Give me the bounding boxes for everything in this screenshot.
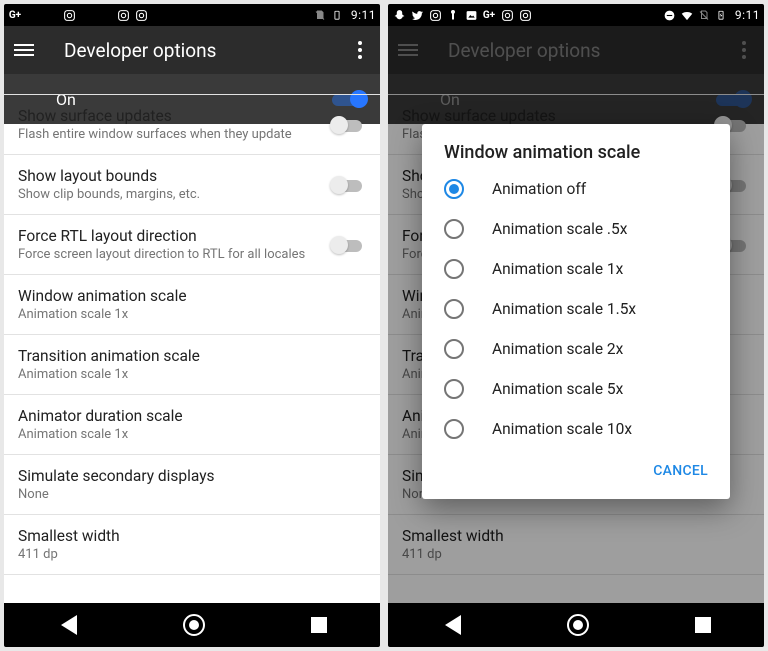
row-title: Transition animation scale <box>18 347 366 365</box>
settings-list[interactable]: Show surface updates Flash entire window… <box>4 94 380 603</box>
phone-left: G+ 9:11 Developer options On Show surf <box>4 4 380 647</box>
key-icon <box>80 8 94 22</box>
row-smallest-width[interactable]: Smallest width 411 dp <box>4 515 380 575</box>
android-nav-bar <box>388 603 764 647</box>
hamburger-icon[interactable] <box>12 38 36 62</box>
cancel-button[interactable]: Cancel <box>643 455 718 487</box>
instagram3-icon <box>134 8 148 22</box>
instagram3-icon <box>518 8 532 22</box>
android-nav-bar <box>4 603 380 647</box>
row-subtitle: Force screen layout direction to RTL for… <box>18 247 332 262</box>
status-right-icons: 9:11 <box>663 8 760 22</box>
wifi-icon <box>296 8 310 22</box>
row-title: Show layout bounds <box>18 167 332 185</box>
row-switch[interactable] <box>332 175 366 195</box>
radio-icon <box>444 179 464 199</box>
status-left-icons: G+ <box>8 8 148 22</box>
radio-icon <box>444 299 464 319</box>
nav-home-icon[interactable] <box>567 614 589 636</box>
option-label: Animation scale 1.5x <box>492 300 636 318</box>
option-label: Animation scale .5x <box>492 220 627 238</box>
nav-back-icon[interactable] <box>441 615 461 635</box>
row-title: Smallest width <box>18 527 366 545</box>
animation-scale-dialog: Window animation scale Animation off Ani… <box>422 124 730 499</box>
photo-icon <box>464 8 478 22</box>
option-label: Animation off <box>492 180 586 198</box>
option-animation-5x[interactable]: Animation scale 5x <box>422 369 730 409</box>
nav-back-icon[interactable] <box>57 615 77 635</box>
twitter-icon <box>44 8 58 22</box>
status-bar: G+ 9:11 <box>388 4 764 26</box>
radio-icon <box>444 259 464 279</box>
row-title: Window animation scale <box>18 287 366 305</box>
option-label: Animation scale 10x <box>492 420 632 438</box>
dnd-icon <box>279 8 293 22</box>
row-force-rtl[interactable]: Force RTL layout direction Force screen … <box>4 215 380 275</box>
option-animation-15x[interactable]: Animation scale 1.5x <box>422 289 730 329</box>
row-window-animation-scale[interactable]: Window animation scale Animation scale 1… <box>4 275 380 335</box>
row-show-layout-bounds[interactable]: Show layout bounds Show clip bounds, mar… <box>4 155 380 215</box>
status-right-icons: 9:11 <box>279 8 376 22</box>
row-subtitle: Animation scale 1x <box>18 367 366 382</box>
no-sim-icon <box>697 8 711 22</box>
option-animation-1x[interactable]: Animation scale 1x <box>422 249 730 289</box>
nav-home-icon[interactable] <box>183 614 205 636</box>
dialog-title: Window animation scale <box>422 142 730 169</box>
option-label: Animation scale 2x <box>492 340 623 358</box>
option-animation-05x[interactable]: Animation scale .5x <box>422 209 730 249</box>
overflow-icon[interactable] <box>348 38 372 62</box>
option-animation-2x[interactable]: Animation scale 2x <box>422 329 730 369</box>
row-animator-duration-scale[interactable]: Animator duration scale Animation scale … <box>4 395 380 455</box>
gplus-icon: G+ <box>482 8 496 22</box>
radio-icon <box>444 419 464 439</box>
row-subtitle: 411 dp <box>18 547 366 562</box>
status-clock: 9:11 <box>351 8 376 22</box>
option-animation-off[interactable]: Animation off <box>422 169 730 209</box>
row-subtitle: Flash entire window surfaces when they u… <box>18 127 332 142</box>
dnd-icon <box>663 8 677 22</box>
gplus-icon: G+ <box>8 8 22 22</box>
radio-icon <box>444 379 464 399</box>
status-bar: G+ 9:11 <box>4 4 380 26</box>
instagram-icon <box>62 8 76 22</box>
row-show-surface-updates[interactable]: Show surface updates Flash entire window… <box>4 94 380 155</box>
nav-recents-icon[interactable] <box>695 617 711 633</box>
status-left-icons: G+ <box>392 8 532 22</box>
twitter-icon <box>410 8 424 22</box>
radio-icon <box>444 339 464 359</box>
nav-recents-icon[interactable] <box>311 617 327 633</box>
snapchat-icon <box>26 8 40 22</box>
dialog-actions: Cancel <box>422 449 730 493</box>
instagram2-icon <box>500 8 514 22</box>
row-subtitle: Show clip bounds, margins, etc. <box>18 187 332 202</box>
battery-icon <box>714 8 728 22</box>
row-subtitle: Animation scale 1x <box>18 427 366 442</box>
radio-icon <box>444 219 464 239</box>
row-subtitle: Animation scale 1x <box>18 307 366 322</box>
row-title: Simulate secondary displays <box>18 467 366 485</box>
key-icon <box>446 8 460 22</box>
row-switch[interactable] <box>332 235 366 255</box>
phone-right: G+ 9:11 Developer options On Show surfac… <box>388 4 764 647</box>
option-label: Animation scale 5x <box>492 380 623 398</box>
instagram-icon <box>428 8 442 22</box>
row-title: Force RTL layout direction <box>18 227 332 245</box>
snapchat-icon <box>392 8 406 22</box>
row-transition-animation-scale[interactable]: Transition animation scale Animation sca… <box>4 335 380 395</box>
option-label: Animation scale 1x <box>492 260 623 278</box>
wifi-icon <box>680 8 694 22</box>
instagram2-icon <box>116 8 130 22</box>
no-sim-icon <box>313 8 327 22</box>
appbar-title: Developer options <box>64 39 216 62</box>
row-simulate-secondary-displays[interactable]: Simulate secondary displays None <box>4 455 380 515</box>
photo-icon <box>98 8 112 22</box>
app-bar: Developer options <box>4 26 380 74</box>
option-animation-10x[interactable]: Animation scale 10x <box>422 409 730 449</box>
row-switch[interactable] <box>332 115 366 135</box>
status-clock: 9:11 <box>735 8 760 22</box>
row-subtitle: None <box>18 487 366 502</box>
row-title: Animator duration scale <box>18 407 366 425</box>
battery-icon <box>330 8 344 22</box>
row-title: Show surface updates <box>18 107 332 125</box>
